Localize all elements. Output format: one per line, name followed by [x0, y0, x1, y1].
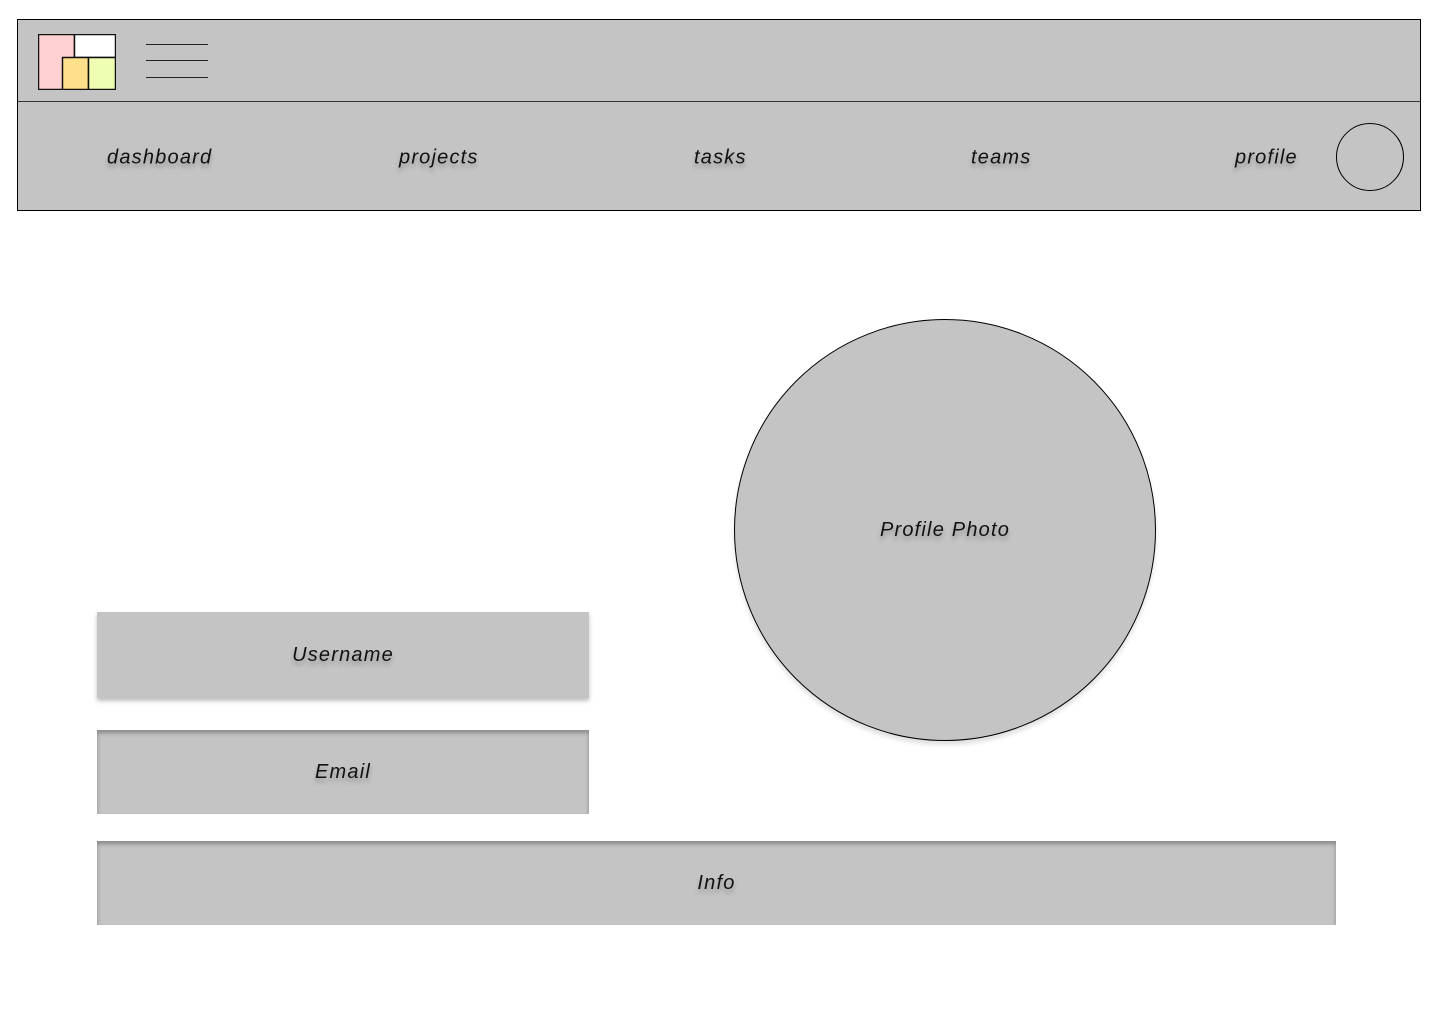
username-label: Username	[292, 643, 394, 666]
username-field[interactable]: Username	[97, 612, 589, 698]
email-field[interactable]: Email	[97, 730, 589, 814]
info-field[interactable]: Info	[97, 841, 1336, 925]
user-avatar-icon[interactable]	[1336, 123, 1404, 191]
nav-item-dashboard[interactable]: dashboard	[107, 147, 212, 170]
profile-photo-label: Profile Photo	[879, 518, 1011, 541]
email-label: Email	[314, 760, 371, 783]
nav-item-tasks[interactable]: tasks	[694, 147, 747, 170]
profile-photo[interactable]: Profile Photo	[734, 319, 1156, 741]
profile-page: dashboard projects tasks teams profile P…	[0, 0, 1440, 1024]
hamburger-menu-icon[interactable]	[146, 42, 210, 78]
nav-item-projects[interactable]: projects	[399, 147, 479, 170]
top-header: dashboard projects tasks teams profile	[17, 19, 1421, 211]
info-label: Info	[697, 871, 736, 894]
layout-grid-logo-icon[interactable]	[38, 34, 116, 90]
nav-item-teams[interactable]: teams	[971, 147, 1031, 170]
nav-item-profile[interactable]: profile	[1235, 147, 1298, 170]
header-divider	[18, 101, 1420, 102]
